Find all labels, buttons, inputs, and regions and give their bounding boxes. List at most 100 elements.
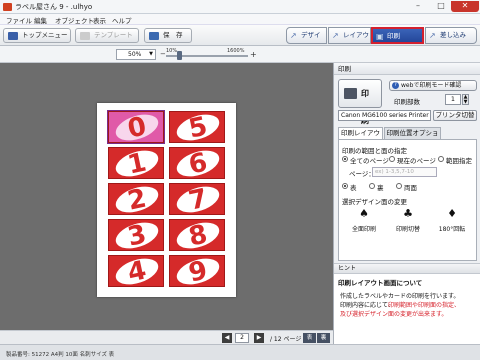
radio-back[interactable] — [369, 183, 375, 189]
status-text: 製品番号: 51272 A4判 10面 名刺サイズ 表 — [6, 352, 115, 358]
hint-line: 作成したラベルやカードの印刷を行います。 — [340, 293, 460, 300]
zoom-value: 50% — [128, 51, 142, 58]
zoom-min-label: 10% — [166, 48, 178, 54]
hint-body: 印刷レイアウト画面について 作成したラベルやカードの印刷を行います。 印刷内容に… — [334, 273, 480, 344]
arrow-icon: ↗ — [429, 31, 436, 40]
copies-input[interactable]: 1 — [445, 94, 461, 105]
arrow-icon: ↗ — [332, 31, 339, 40]
web-button-label: webで印刷モード確認 — [401, 82, 462, 89]
template-button[interactable]: テンプレート — [75, 28, 139, 43]
radio-front[interactable] — [342, 183, 348, 189]
cards-icon: ♣ — [403, 207, 413, 220]
tab-print[interactable]: ▣ 印刷 — [371, 27, 424, 44]
print-panel: 印刷 印 刷 ? webで印刷モード確認 印刷部数 1 ▲▼ Canon MG6… — [333, 63, 480, 344]
full-print-label: 全面印刷 — [351, 226, 376, 233]
web-print-mode-button[interactable]: ? webで印刷モード確認 — [389, 80, 477, 91]
hint-header: ヒント — [334, 263, 480, 273]
radio-current-page[interactable] — [389, 156, 395, 162]
hint-title: 印刷レイアウト画面について — [338, 279, 423, 287]
card-number: 1 — [125, 147, 149, 179]
menu-file[interactable]: ファイル — [6, 15, 32, 25]
zoom-slider-thumb[interactable] — [177, 51, 182, 60]
paper-sheet: 0 5 1 6 2 7 3 8 4 9 — [97, 103, 236, 297]
print-switch-button[interactable]: ♣ 印刷切替 — [394, 207, 422, 235]
card-slot[interactable]: 8 — [169, 219, 225, 251]
cards-icon: ♠ — [359, 207, 369, 220]
radio-range[interactable] — [438, 156, 444, 162]
title-bar: ラベル屋さん 9 - .ulhyo – □ ✕ — [0, 0, 480, 14]
cards-icon: ♦ — [447, 207, 457, 220]
save-button[interactable]: 保 存 — [144, 28, 192, 43]
minimize-button[interactable]: – — [407, 1, 429, 12]
printer-icon: ▣ — [376, 32, 384, 41]
front-view-button[interactable]: 表 — [303, 333, 316, 343]
zoom-plus-icon[interactable]: + — [250, 50, 257, 59]
copies-spinner[interactable]: ▲ ▼ — [462, 94, 469, 105]
status-bar: 製品番号: 51272 A4判 10面 名刺サイズ 表 — [0, 344, 480, 360]
main-toolbar: トップメニュー テンプレート 保 存 ↗ デザイン ↗ レイアウト ▣ 印刷 ↗… — [0, 25, 480, 54]
top-menu-label: トップメニュー — [22, 31, 68, 39]
maximize-button[interactable]: □ — [430, 1, 452, 12]
radio-current-page-label: 現在のページ — [397, 157, 436, 165]
tab-layout[interactable]: ↗ レイアウト — [328, 27, 371, 54]
hint-line-highlight: 印刷範囲や印刷面の指定、 — [388, 302, 461, 309]
next-page-button[interactable]: ▶ — [254, 333, 264, 343]
tab-design[interactable]: ↗ デザイン — [286, 27, 327, 54]
page-navigation: ◀ 2 ▶ / 12 ページ 表 裏 — [0, 330, 333, 344]
print-button[interactable]: 印 刷 — [338, 79, 382, 125]
printer-icon — [344, 88, 357, 99]
close-button[interactable]: ✕ — [451, 1, 479, 12]
back-view-button[interactable]: 裏 — [317, 333, 330, 343]
menu-view[interactable]: 表示 — [93, 15, 106, 25]
tab-insert[interactable]: ↗ 差し込み — [425, 27, 477, 44]
rotate-180-button[interactable]: ♦ 180°回転 — [438, 207, 466, 235]
print-switch-label: 印刷切替 — [395, 226, 420, 233]
page-total: / 12 ページ — [270, 336, 302, 343]
card-slot[interactable]: 0 — [107, 110, 165, 144]
window-title: ラベル屋さん 9 - .ulhyo — [15, 3, 93, 11]
card-slot[interactable]: 3 — [108, 219, 164, 251]
arrow-icon: ↗ — [290, 31, 297, 40]
card-slot[interactable]: 6 — [169, 147, 225, 179]
hint-line: 印刷内容に応じて、 — [340, 302, 394, 309]
prev-page-button[interactable]: ◀ — [222, 333, 232, 343]
zoom-minus-icon[interactable]: − — [160, 50, 166, 58]
range-label: 印刷の範囲と面の指定 — [342, 147, 407, 155]
page-number-input[interactable]: 2 — [235, 333, 249, 343]
panel-header: 印刷 — [334, 63, 480, 75]
printer-select[interactable]: Canon MG6100 series Printer — [338, 110, 431, 121]
full-print-button[interactable]: ♠ 全面印刷 — [350, 207, 378, 235]
app-icon — [3, 3, 12, 11]
radio-back-label: 裏 — [377, 184, 384, 192]
menu-object[interactable]: オブジェクト — [55, 15, 94, 25]
zoom-select[interactable]: 50% ▼ — [116, 49, 156, 60]
save-icon — [149, 32, 159, 40]
tab-print-position[interactable]: 印刷位置オプション — [384, 127, 441, 148]
pages-input[interactable]: ex) 1-3,5,7-10 — [372, 167, 437, 177]
card-number: 6 — [186, 147, 210, 179]
radio-all-pages[interactable] — [342, 156, 348, 162]
rotate-180-label: 180°回転 — [438, 226, 466, 233]
card-slot[interactable]: 2 — [108, 183, 164, 215]
radio-both-label: 両面 — [404, 184, 417, 192]
card-number: 0 — [125, 111, 149, 143]
card-number: 7 — [186, 183, 210, 215]
card-number: 5 — [186, 111, 210, 143]
menu-edit[interactable]: 編集 — [34, 15, 47, 25]
card-slot[interactable]: 5 — [169, 111, 225, 143]
top-menu-button[interactable]: トップメニュー — [3, 28, 71, 43]
pages-label: ページ： — [349, 170, 375, 178]
radio-both[interactable] — [396, 183, 402, 189]
card-slot[interactable]: 4 — [108, 255, 164, 287]
tab-print-label: 印刷 — [387, 32, 400, 40]
copies-label: 印刷部数 — [394, 98, 420, 106]
canvas-area[interactable]: 0 5 1 6 2 7 3 8 4 9 — [0, 63, 333, 330]
card-slot[interactable]: 1 — [108, 147, 164, 179]
card-slot[interactable]: 7 — [169, 183, 225, 215]
card-slot[interactable]: 9 — [169, 255, 225, 287]
printer-switch-button[interactable]: プリンタ切替 — [433, 110, 477, 121]
menu-help[interactable]: ヘルプ — [112, 15, 132, 25]
radio-all-pages-label: 全てのページ — [350, 157, 389, 165]
tab-print-layout[interactable]: 印刷レイアウト — [338, 127, 383, 148]
radio-front-label: 表 — [350, 184, 357, 192]
